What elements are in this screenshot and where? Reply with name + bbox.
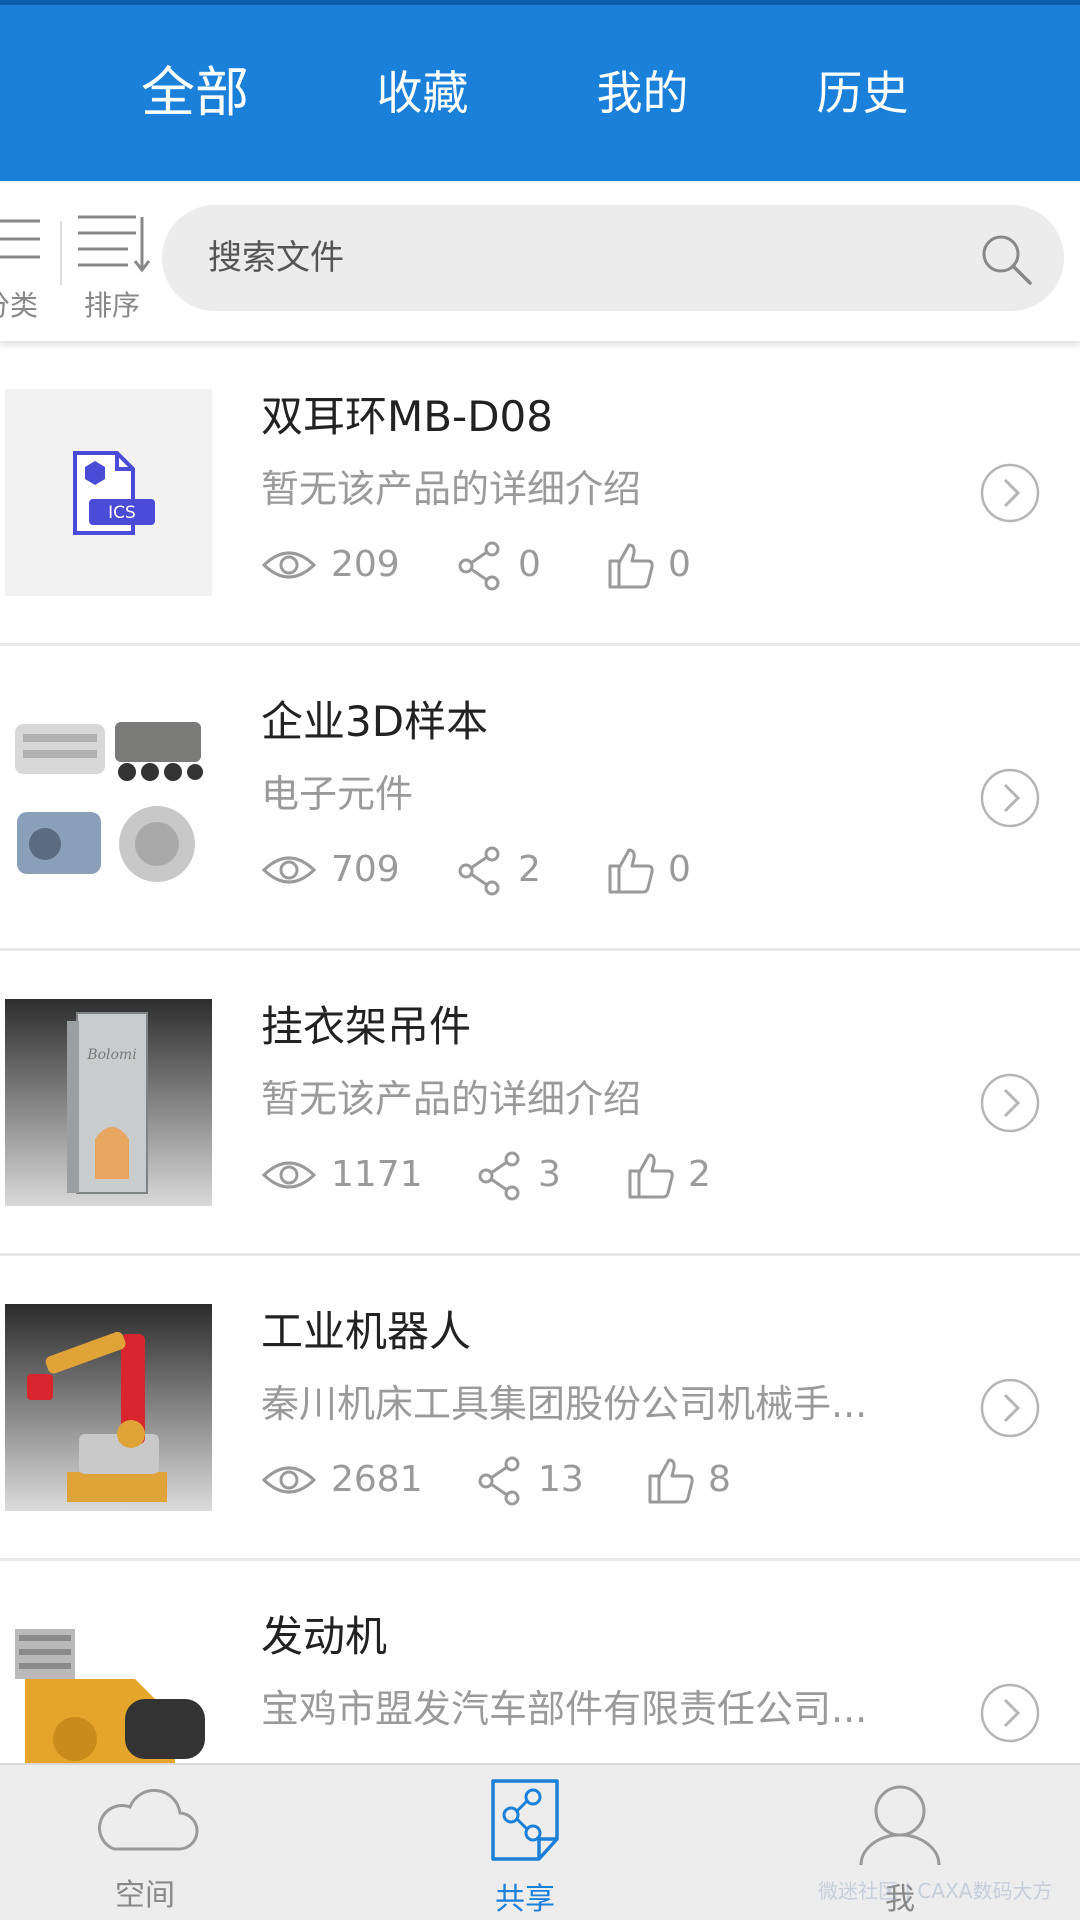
nav-space-label: 空间 <box>115 1878 175 1913</box>
watermark: 微迷社区 | CAXA数码大方 <box>818 1879 1053 1903</box>
shares-count: 2 <box>518 849 541 890</box>
thumbs-up-icon <box>648 1458 694 1504</box>
filter-toolbar: 分类 排序 <box>0 181 1080 341</box>
likes-count: 0 <box>668 544 691 585</box>
status-edge <box>0 0 1080 5</box>
sort-label: 排序 <box>83 289 140 322</box>
share-icon <box>458 846 500 896</box>
shares-count: 13 <box>538 1459 584 1500</box>
views-count: 2681 <box>331 1459 423 1500</box>
nav-share-label: 共享 <box>495 1882 555 1917</box>
file-thumbnail: ICS <box>5 389 212 596</box>
hanger-part-image: Bolomi <box>5 999 212 1206</box>
category-label: 分类 <box>0 289 38 322</box>
chevron-right-icon[interactable] <box>980 1073 1040 1133</box>
views-count: 209 <box>331 544 400 585</box>
eye-icon <box>261 551 317 579</box>
sort-button[interactable]: 排序 <box>72 203 152 321</box>
item-description: 暂无该产品的详细介绍 <box>261 1077 642 1121</box>
engine-image <box>5 1609 212 1763</box>
cloud-icon <box>98 1788 199 1851</box>
share-icon <box>458 541 500 591</box>
likes-count: 8 <box>708 1459 731 1500</box>
share-icon <box>478 1151 520 1201</box>
shares-count: 0 <box>518 544 541 585</box>
likes-count: 2 <box>688 1154 711 1195</box>
nav-space[interactable]: 空间 <box>60 1765 230 1920</box>
chevron-right-icon[interactable] <box>980 768 1040 828</box>
file-thumbnail <box>5 694 212 901</box>
tab-history[interactable]: 历史 <box>790 62 935 124</box>
item-description: 宝鸡市盟发汽车部件有限责任公司... <box>261 1687 868 1731</box>
item-description: 电子元件 <box>261 772 414 816</box>
eye-icon <box>261 1466 317 1494</box>
thumbs-up-icon <box>628 1153 674 1199</box>
chevron-right-icon[interactable] <box>980 1683 1040 1743</box>
toolbar-divider <box>60 221 62 285</box>
hanger-thumb-text: Bolomi <box>86 1047 136 1063</box>
industrial-robot-image <box>5 1304 212 1511</box>
user-icon <box>859 1785 941 1866</box>
item-title: 企业3D样本 <box>261 697 489 746</box>
item-description: 秦川机床工具集团股份公司机械手... <box>261 1382 868 1426</box>
category-button[interactable]: 分类 <box>0 203 50 321</box>
chevron-right-icon[interactable] <box>980 1378 1040 1438</box>
eye-icon <box>261 1161 317 1189</box>
top-tab-bar: 全部 收藏 我的 历史 <box>0 0 1080 181</box>
file-thumbnail: Bolomi <box>5 999 212 1206</box>
item-title: 工业机器人 <box>261 1307 472 1356</box>
item-description: 暂无该产品的详细介绍 <box>261 467 642 511</box>
views-count: 1171 <box>331 1154 423 1195</box>
thumbs-up-icon <box>608 543 654 589</box>
thumbs-up-icon <box>608 848 654 894</box>
search-icon[interactable] <box>978 231 1034 287</box>
list-item[interactable]: 发动机 宝鸡市盟发汽车部件有限责任公司... <box>0 1561 1080 1763</box>
file-list: ICS 双耳环MB-D08 暂无该产品的详细介绍 209 0 0 企业3D样本 … <box>0 341 1080 1763</box>
list-item[interactable]: 企业3D样本 电子元件 709 2 0 <box>0 646 1080 951</box>
item-title: 双耳环MB-D08 <box>261 392 553 441</box>
chevron-right-icon[interactable] <box>980 463 1040 523</box>
search-bar <box>162 205 1064 311</box>
3d-sample-collage-image <box>5 694 212 901</box>
shares-count: 3 <box>538 1154 561 1195</box>
item-title: 挂衣架吊件 <box>261 1002 472 1051</box>
eye-icon <box>261 856 317 884</box>
tab-all[interactable]: 全部 <box>120 62 270 124</box>
list-item[interactable]: 工业机器人 秦川机床工具集团股份公司机械手... 2681 13 8 <box>0 1256 1080 1561</box>
item-title: 发动机 <box>261 1612 388 1661</box>
search-input[interactable] <box>208 205 948 311</box>
category-list-icon <box>0 219 40 259</box>
share-doc-icon <box>491 1779 559 1861</box>
nav-share[interactable]: 共享 <box>440 1765 610 1920</box>
file-thumbnail <box>5 1304 212 1511</box>
sort-icon <box>78 215 151 273</box>
list-item[interactable]: ICS 双耳环MB-D08 暂无该产品的详细介绍 209 0 0 <box>0 341 1080 646</box>
likes-count: 0 <box>668 849 691 890</box>
share-icon <box>478 1456 520 1506</box>
ics-file-icon: ICS <box>5 389 212 596</box>
tab-favorites[interactable]: 收藏 <box>350 62 495 124</box>
views-count: 709 <box>331 849 400 890</box>
list-item[interactable]: Bolomi 挂衣架吊件 暂无该产品的详细介绍 1171 3 2 <box>0 951 1080 1256</box>
tab-mine[interactable]: 我的 <box>570 62 715 124</box>
ics-thumb-text: ICS <box>108 503 136 523</box>
file-thumbnail <box>5 1609 212 1763</box>
